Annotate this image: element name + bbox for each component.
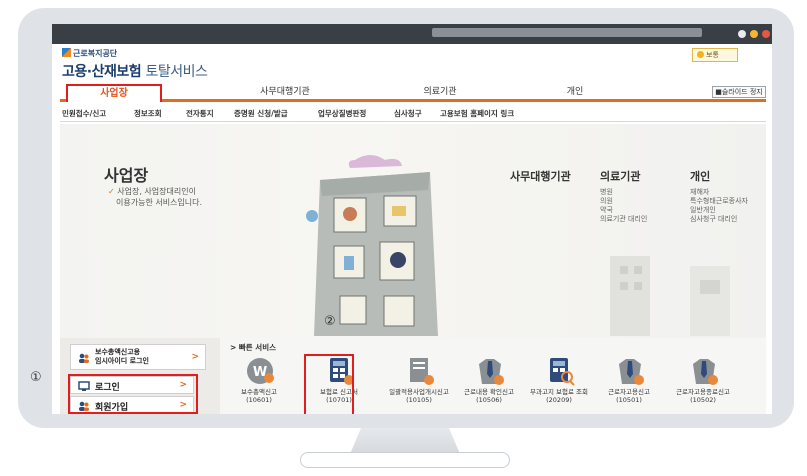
temp-id-line2: 임시아이디 로그인 xyxy=(95,357,149,365)
submenu-item-certificate[interactable]: 증명원 신청/발급 xyxy=(234,108,288,119)
org-name: 근로복지공단 xyxy=(73,49,118,58)
list-item[interactable]: 심사청구 대리인 xyxy=(690,215,748,224)
browser-titlebar xyxy=(52,24,772,44)
won-icon: W xyxy=(247,358,274,384)
service-label: 근로내용 확인신고(10506) xyxy=(464,388,514,404)
list-item[interactable]: 일반개인 xyxy=(690,206,748,215)
user-icon xyxy=(79,353,89,363)
chevron-right-icon: > xyxy=(191,352,199,362)
hero-desc-line1: 사업장, 사업장대리인이 xyxy=(117,187,196,196)
weather-badge: 보통 xyxy=(692,48,738,62)
submenu-item-notice[interactable]: 전자통지 xyxy=(186,108,214,119)
site-title[interactable]: 고용·산재보험 토탈서비스 xyxy=(62,61,208,81)
service-label: 근로자고용종료신고(10502) xyxy=(676,388,730,404)
monitor-frame: 근로복지공단 고용·산재보험 토탈서비스 보통 사업장 사무대행기관 의료기관 … xyxy=(18,8,794,428)
sun-icon xyxy=(697,51,704,58)
quick-services-title: > 빠른 서비스 xyxy=(230,343,277,352)
list-item[interactable]: 의원 xyxy=(600,197,647,206)
org-logo[interactable]: 근로복지공단 xyxy=(62,48,117,59)
hero-desc-line2: 이용가능한 서비스입니다. xyxy=(116,198,203,207)
login-signup-highlight xyxy=(68,374,198,414)
quick-service-work-confirm[interactable]: 근로내용 확인신고(10506) xyxy=(458,356,520,414)
site-title-rest: 토탈서비스 xyxy=(145,64,208,80)
address-bar[interactable] xyxy=(432,28,702,37)
building-illustration xyxy=(306,155,438,336)
list-item[interactable]: 약국 xyxy=(600,206,647,215)
shirt-tie-icon xyxy=(479,359,504,385)
service-code: (10501) xyxy=(616,395,642,404)
quick-service-wage-report[interactable]: W 보수총액신고 (10601) xyxy=(228,356,290,414)
list-item[interactable]: 병원 xyxy=(600,188,647,197)
background-buildings xyxy=(610,256,730,336)
submenu-item-complaint[interactable]: 민원접수/신고 xyxy=(62,108,106,119)
temp-id-line1: 보수총액신고용 xyxy=(95,348,141,356)
service-label: 근로자고용신고 (10501) xyxy=(598,388,660,404)
shirt-tie-icon xyxy=(693,359,718,385)
browser-window: 근로복지공단 고용·산재보험 토탈서비스 보통 사업장 사무대행기관 의료기관 … xyxy=(52,24,772,414)
premium-report-highlight xyxy=(304,354,354,414)
slide-stop-button[interactable]: ■슬라이드 정지 xyxy=(712,86,766,98)
hero-title: 사업장 xyxy=(104,166,149,185)
temp-id-login-button[interactable]: 보수총액신고용 임시아이디 로그인 > xyxy=(70,344,206,370)
category-agency-title[interactable]: 사무대행기관 xyxy=(510,168,571,184)
check-icon: ✓ xyxy=(108,187,115,196)
tab-agency[interactable]: 사무대행기관 xyxy=(235,84,335,102)
sub-menu: 민원접수/신고 정보조회 전자통지 증명원 신청/발급 업무상질병판정 심사청구… xyxy=(60,106,766,122)
service-label: 일괄적용사업개시신고(10105) xyxy=(389,388,449,404)
close-icon[interactable] xyxy=(762,30,770,38)
list-item[interactable]: 의료기관 대리인 xyxy=(600,215,647,224)
quick-service-hire-report[interactable]: 근로자고용신고 (10501) xyxy=(598,356,660,414)
category-medical-title[interactable]: 의료기관 xyxy=(600,168,640,184)
service-name: 근로자고용신고 xyxy=(608,388,650,396)
list-item[interactable]: 특수형태근로종사자 xyxy=(690,197,748,206)
calculator-search-icon xyxy=(550,358,575,386)
tab-personal[interactable]: 개인 xyxy=(535,84,615,102)
service-code: (10601) xyxy=(246,395,272,404)
service-label: 부과고지 보험료 조회(20209) xyxy=(530,388,588,404)
hero-description: ✓ 사업장, 사업장대리인이 이용가능한 서비스입니다. xyxy=(108,186,202,208)
annotation-marker-2: ② xyxy=(324,314,336,329)
hero-banner: 사업장 ✓ 사업장, 사업장대리인이 이용가능한 서비스입니다. 사무대행기관 … xyxy=(60,124,766,338)
submenu-item-info[interactable]: 정보조회 xyxy=(134,108,162,119)
quick-services-panel: > 빠른 서비스 W 보수총액신고 (10601) 보험료 신고서 (10701) … xyxy=(220,338,766,414)
list-item[interactable]: 재해자 xyxy=(690,188,748,197)
logo-icon xyxy=(62,48,71,57)
quick-service-premium-lookup[interactable]: 부과고지 보험료 조회(20209) xyxy=(528,356,590,414)
submenu-item-disease[interactable]: 업무상질병판정 xyxy=(318,108,366,119)
category-medical-list: 병원 의원 약국 의료기관 대리인 xyxy=(600,188,647,224)
weather-label: 보통 xyxy=(706,51,719,59)
annotation-marker-1: ① xyxy=(30,370,42,385)
tab-medical[interactable]: 의료기관 xyxy=(400,84,480,102)
service-name: 보수총액신고 xyxy=(241,388,277,396)
temp-id-login-label: 보수총액신고용 임시아이디 로그인 xyxy=(95,348,149,366)
quick-service-batch-apply[interactable]: 일괄적용사업개시신고(10105) xyxy=(388,356,450,414)
tab-business[interactable]: 사업장 xyxy=(66,84,162,102)
monitor-stand-neck xyxy=(350,428,460,454)
submenu-item-link[interactable]: 고용보험 홈페이지 링크 xyxy=(440,108,514,119)
shirt-tie-icon xyxy=(619,359,644,385)
top-tabs: 사업장 사무대행기관 의료기관 개인 ■슬라이드 정지 xyxy=(60,84,766,102)
monitor-stand-base xyxy=(300,452,510,468)
category-personal-list: 재해자 특수형태근로종사자 일반개인 심사청구 대리인 xyxy=(690,188,748,224)
category-personal-title[interactable]: 개인 xyxy=(690,168,710,184)
minimize-icon[interactable] xyxy=(750,30,758,38)
submenu-item-review[interactable]: 심사청구 xyxy=(394,108,422,119)
site-title-main: 고용·산재보험 xyxy=(62,64,142,80)
service-label: 보수총액신고 (10601) xyxy=(228,388,290,404)
window-button-icon[interactable] xyxy=(738,30,746,38)
quick-service-termination-report[interactable]: 근로자고용종료신고(10502) xyxy=(672,356,734,414)
document-icon xyxy=(410,358,434,385)
